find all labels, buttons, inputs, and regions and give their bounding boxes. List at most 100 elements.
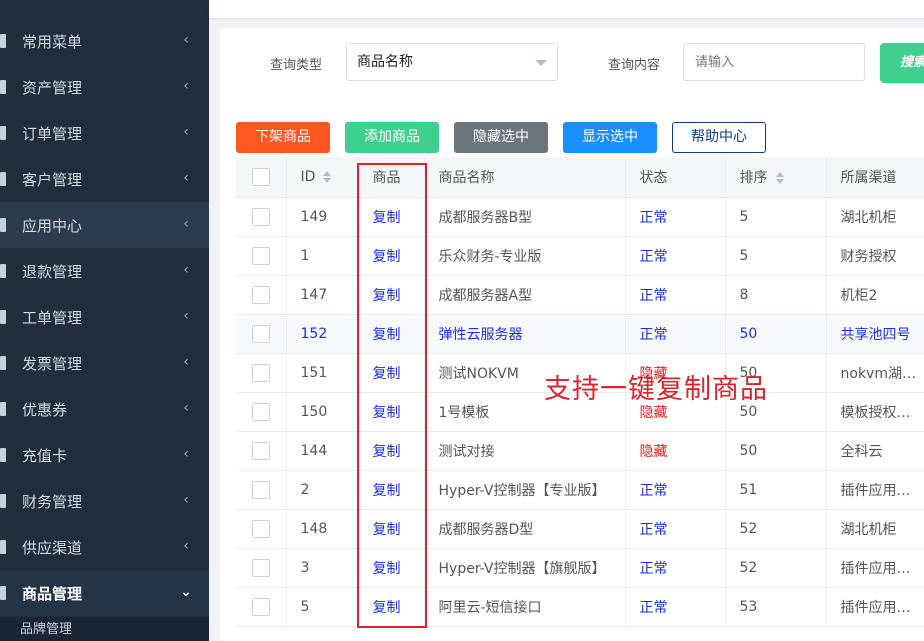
product-status-cell: 正常: [625, 236, 726, 276]
copy-product-link[interactable]: 复制: [373, 249, 401, 265]
add-product-button[interactable]: 添加商品: [345, 122, 439, 153]
sidebar-item-products[interactable]: 商品管理 ⌄: [0, 570, 209, 616]
product-copy-cell: 复制: [358, 548, 425, 588]
hide-selected-button[interactable]: 隐藏选中: [454, 122, 548, 153]
row-checkbox[interactable]: [252, 363, 270, 382]
copy-product-link[interactable]: 复制: [373, 522, 401, 538]
sidebar-item-customers[interactable]: 客户管理 ‹: [0, 156, 209, 202]
row-select-cell: [236, 392, 287, 432]
product-sort: 50: [725, 431, 827, 471]
copy-product-link[interactable]: 复制: [373, 600, 401, 616]
product-id: 149: [286, 197, 359, 237]
sort-icon[interactable]: [323, 170, 332, 183]
coupons-icon: [0, 402, 22, 416]
sidebar-item-app-center[interactable]: 应用中心 ‹: [0, 202, 209, 248]
product-status-cell: 正常: [625, 314, 726, 354]
invoices-icon: [0, 356, 22, 370]
product-name: 弹性云服务器: [424, 314, 626, 354]
header-id[interactable]: ID: [286, 157, 359, 198]
row-checkbox[interactable]: [252, 519, 270, 538]
row-checkbox[interactable]: [252, 480, 270, 499]
row-checkbox[interactable]: [252, 441, 270, 460]
table-row: 147 复制 成都服务器A型 正常 8 机柜2: [236, 275, 924, 315]
product-sort: 53: [725, 587, 827, 627]
chevron-left-icon: ‹: [183, 492, 189, 508]
sidebar-item-invoices[interactable]: 发票管理 ‹: [0, 340, 209, 386]
row-select-cell: [236, 548, 287, 588]
header-status: 状态: [625, 157, 726, 198]
chevron-left-icon: ‹: [183, 262, 189, 278]
product-name: 阿里云-短信接口: [424, 587, 626, 627]
copy-product-link[interactable]: 复制: [373, 288, 401, 304]
copy-product-link[interactable]: 复制: [373, 366, 401, 382]
product-sort: 8: [725, 275, 827, 315]
sidebar-item-common-menu[interactable]: 常用菜单 ‹: [0, 18, 209, 64]
product-id: 147: [286, 275, 359, 315]
sidebar-item-coupons[interactable]: 优惠券 ‹: [0, 386, 209, 432]
query-type-select[interactable]: 商品名称: [346, 43, 558, 81]
row-checkbox[interactable]: [252, 558, 270, 577]
products-icon: [0, 586, 22, 600]
chevron-left-icon: ‹: [183, 400, 189, 416]
sidebar-item-label: 订单管理: [22, 124, 83, 143]
product-status-cell: 正常: [625, 548, 726, 588]
chevron-left-icon: ‹: [183, 216, 189, 232]
row-checkbox[interactable]: [252, 324, 270, 343]
menu-icon: [0, 34, 22, 48]
table-row: 149 复制 成都服务器B型 正常 5 湖北机柜: [236, 197, 924, 237]
product-copy-cell: 复制: [358, 587, 425, 627]
row-select-cell: [236, 587, 287, 627]
sidebar: 常用菜单 ‹ 资产管理 ‹ 订单管理 ‹ 客户管理 ‹ 应用中心 ‹ 退款管理 ‹ 工单管理…: [0, 0, 209, 641]
sidebar-item-label: 商品管理: [22, 584, 83, 603]
copy-product-link[interactable]: 复制: [373, 483, 401, 499]
sidebar-item-refunds[interactable]: 退款管理 ‹: [0, 248, 209, 294]
product-id: 3: [286, 548, 359, 588]
product-channel: 全科云: [826, 431, 924, 471]
row-checkbox[interactable]: [252, 246, 270, 265]
product-name: Hyper-V控制器【旗舰版】: [424, 548, 626, 588]
product-channel: 插件应用授权: [826, 587, 924, 627]
row-checkbox[interactable]: [252, 285, 270, 304]
copy-product-link[interactable]: 复制: [373, 327, 401, 343]
sidebar-item-finance[interactable]: 财务管理 ‹: [0, 478, 209, 524]
copy-product-link[interactable]: 复制: [373, 405, 401, 421]
annotation-text: 支持一键复制商品: [544, 374, 768, 405]
select-all-checkbox[interactable]: [252, 167, 270, 186]
sidebar-subitem-brands[interactable]: 品牌管理: [0, 617, 209, 641]
sidebar-item-label: 财务管理: [22, 492, 83, 511]
sort-icon[interactable]: [775, 171, 784, 184]
search-panel: 查询类型 商品名称 查询内容 搜索: [220, 28, 924, 110]
row-checkbox[interactable]: [252, 207, 270, 226]
search-button[interactable]: 搜索: [880, 43, 924, 83]
product-id: 144: [286, 431, 359, 471]
product-copy-cell: 复制: [358, 509, 425, 549]
delist-product-button[interactable]: 下架商品: [236, 122, 330, 153]
sidebar-item-tickets[interactable]: 工单管理 ‹: [0, 294, 209, 340]
sidebar-item-label: 优惠券: [22, 400, 68, 419]
show-selected-button[interactable]: 显示选中: [563, 122, 657, 153]
chevron-down-icon: ⌄: [180, 584, 192, 600]
sidebar-item-supply-channels[interactable]: 供应渠道 ‹: [0, 524, 209, 570]
status-badge: 隐藏: [639, 404, 668, 421]
refunds-icon: [0, 264, 22, 278]
row-checkbox[interactable]: [252, 597, 270, 616]
chevron-left-icon: ‹: [183, 538, 189, 554]
product-channel: 共享池四号: [826, 314, 924, 354]
product-name: Hyper-V控制器【专业版】: [424, 470, 626, 510]
header-sort[interactable]: 排序: [725, 157, 827, 198]
copy-product-link[interactable]: 复制: [373, 561, 401, 577]
table-row: 2 复制 Hyper-V控制器【专业版】 正常 51 插件应用授权: [236, 470, 924, 510]
sidebar-item-assets[interactable]: 资产管理 ‹: [0, 64, 209, 110]
copy-product-link[interactable]: 复制: [373, 444, 401, 460]
sidebar-item-orders[interactable]: 订单管理 ‹: [0, 110, 209, 156]
sidebar-item-label: 应用中心: [22, 216, 83, 235]
help-center-button[interactable]: 帮助中心: [672, 122, 766, 153]
sidebar-item-label: 常用菜单: [22, 32, 83, 51]
query-content-input[interactable]: [683, 43, 865, 81]
product-name: 乐众财务-专业版: [424, 236, 626, 276]
product-sort: 52: [725, 509, 827, 549]
row-checkbox[interactable]: [252, 402, 270, 421]
sidebar-item-recharge-cards[interactable]: 充值卡 ‹: [0, 432, 209, 478]
copy-product-link[interactable]: 复制: [373, 210, 401, 226]
sidebar-item-label: 退款管理: [22, 262, 83, 281]
